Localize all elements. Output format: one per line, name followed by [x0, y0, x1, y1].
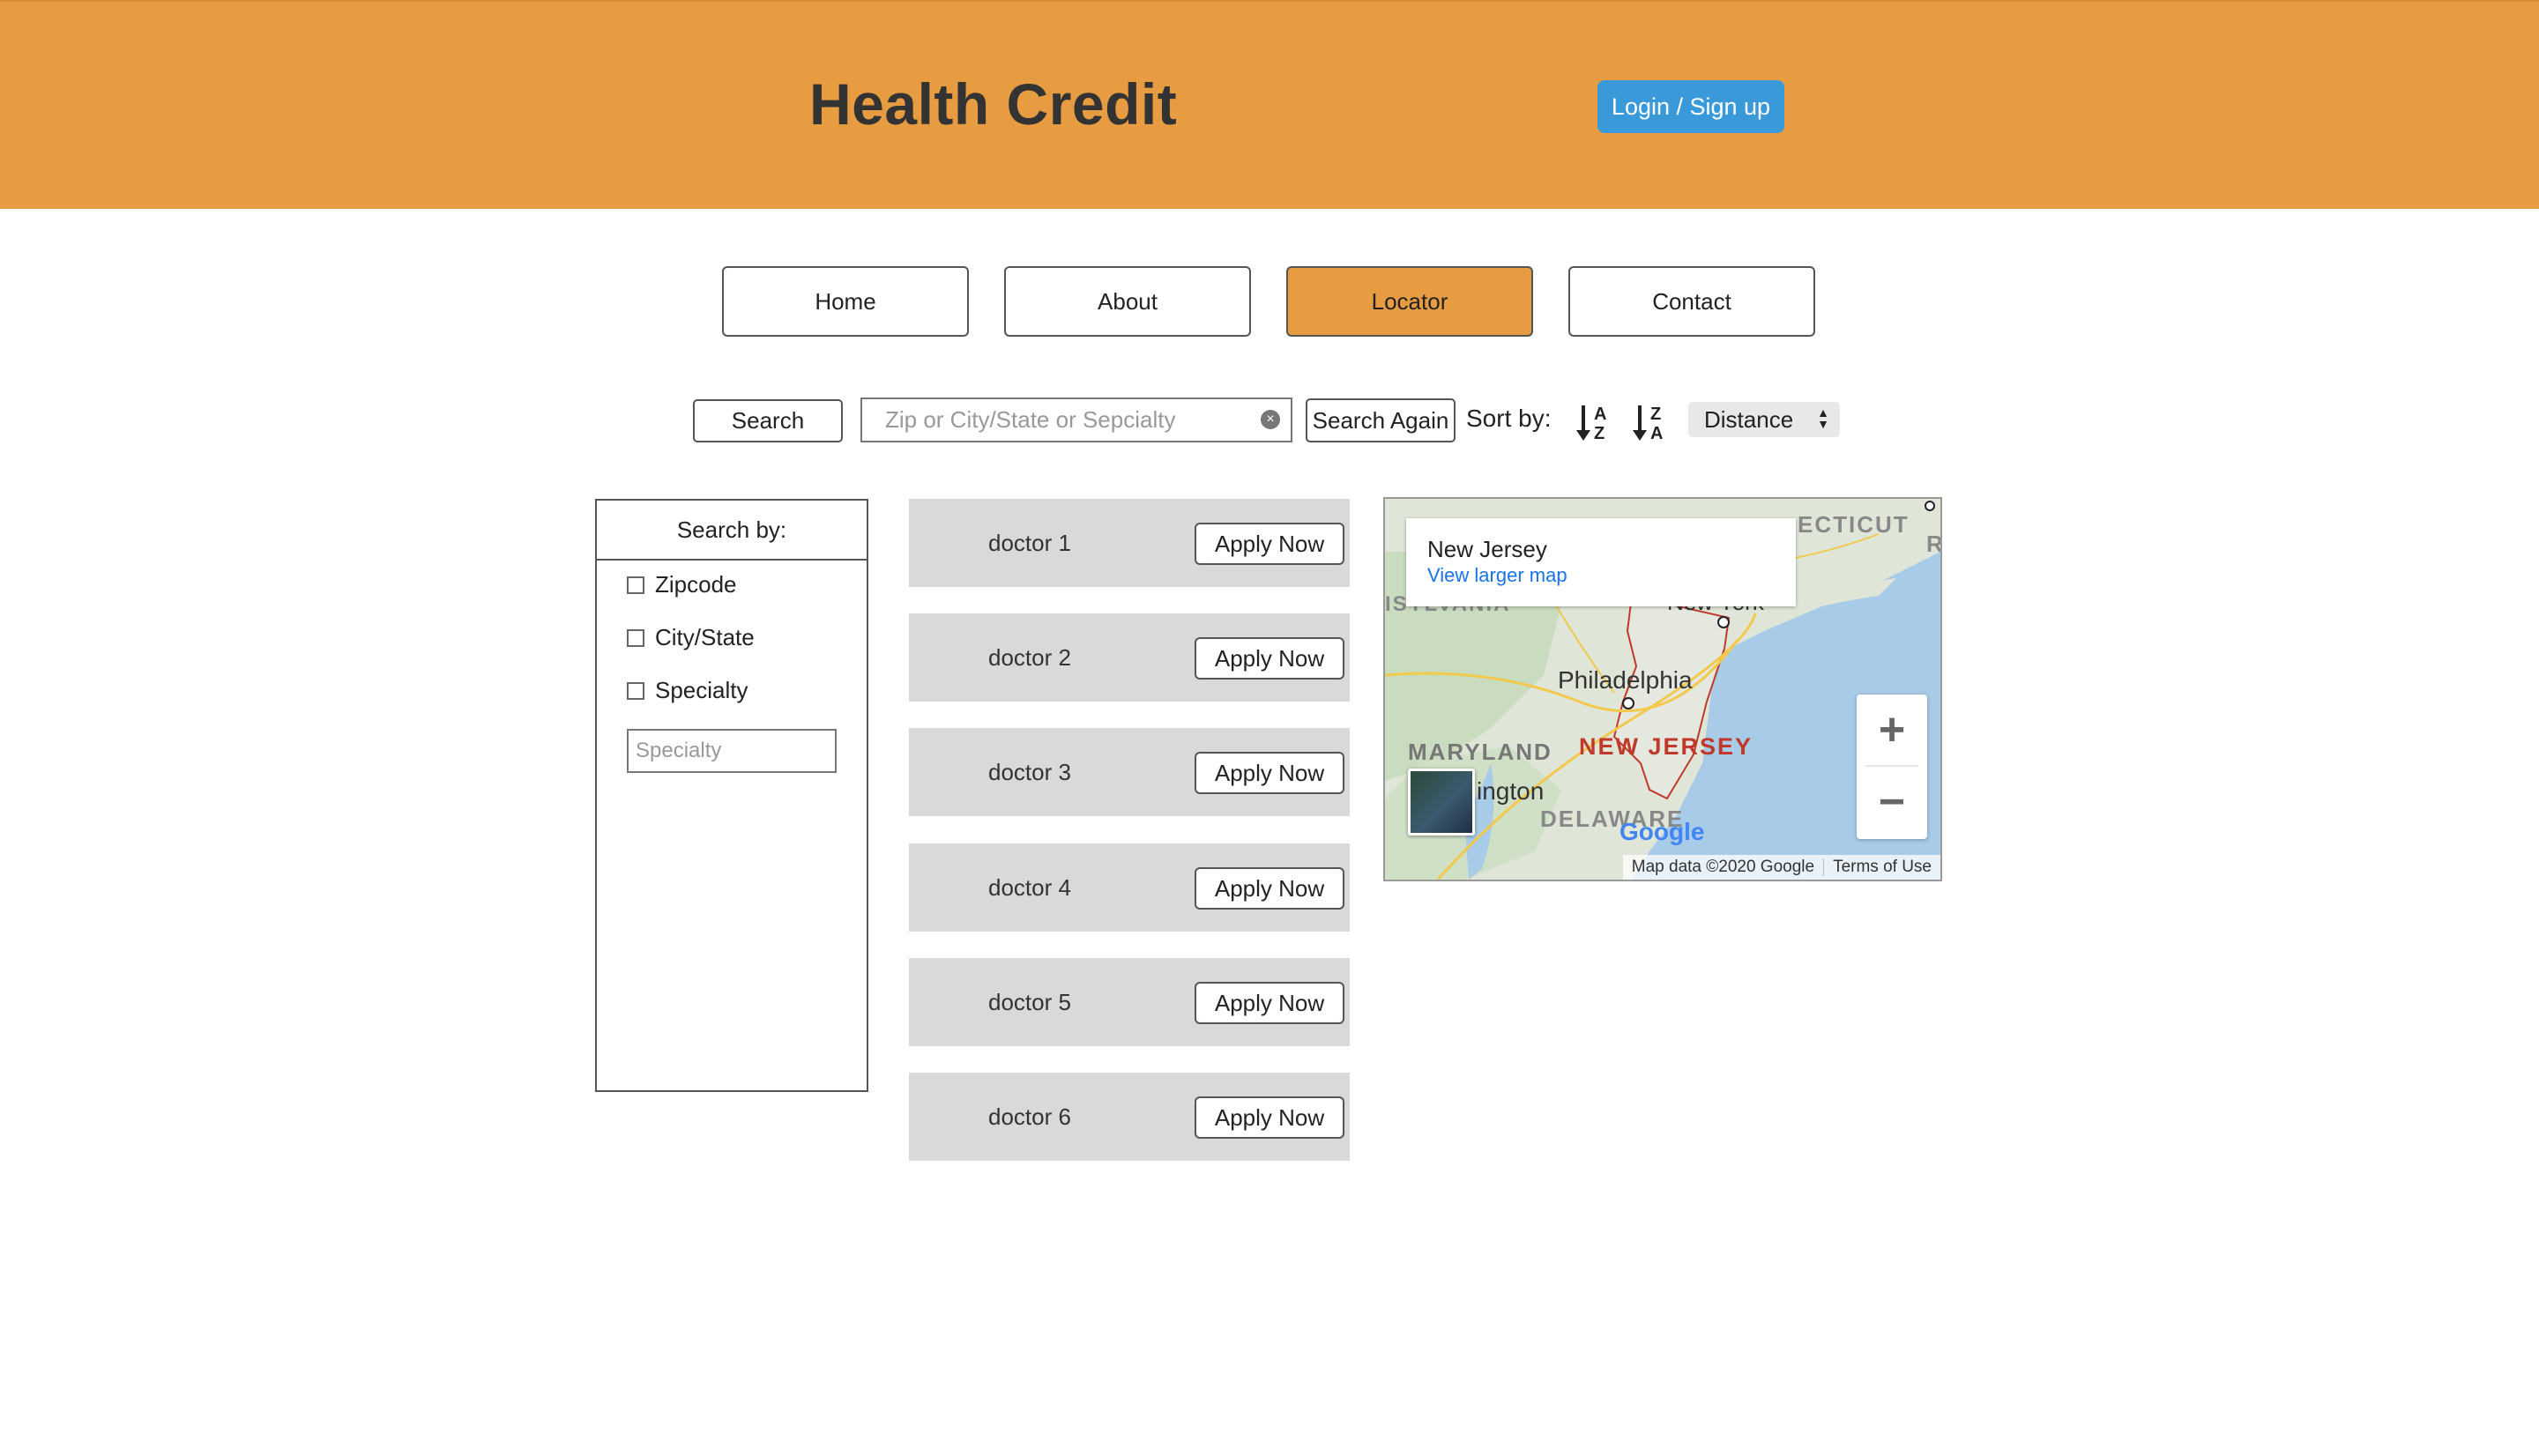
nav-locator-button[interactable]: Locator: [1286, 266, 1533, 337]
search-field: ×: [860, 397, 1292, 442]
doctor-row: doctor 4 Apply Now: [909, 843, 1350, 932]
sort-z-a-icon[interactable]: Z A: [1631, 402, 1673, 442]
city-state-checkbox[interactable]: [627, 628, 644, 647]
filter-option-label: City/State: [655, 624, 755, 650]
sort-select-value: Distance: [1704, 405, 1794, 433]
filter-panel: Search by: Zipcode City/State Specialty …: [595, 499, 868, 1092]
doctor-name: doctor 4: [988, 874, 1071, 901]
terms-of-use-link[interactable]: Terms of Use: [1824, 858, 1940, 877]
svg-text:A: A: [1650, 424, 1663, 442]
filter-option-specialty[interactable]: Specialty: [627, 677, 748, 704]
filter-option-city-state[interactable]: City/State: [627, 624, 755, 651]
map-info-window: New Jersey View larger map: [1406, 518, 1796, 606]
doctor-row: doctor 5 Apply Now: [909, 958, 1350, 1046]
map-attribution: Map data ©2020 Google: [1631, 858, 1815, 876]
map-label-new-jersey: NEW JERSEY: [1579, 733, 1753, 760]
apply-now-button[interactable]: Apply Now: [1195, 867, 1344, 910]
clear-icon[interactable]: ×: [1261, 410, 1280, 429]
map-label-connecticut: ECTICUT: [1798, 511, 1910, 538]
satellite-toggle[interactable]: [1408, 769, 1475, 836]
map-embed[interactable]: ECTICUT R ISYLVANIA New York Philadelphi…: [1383, 497, 1942, 881]
map-label-r: R: [1926, 531, 1940, 558]
search-button[interactable]: Search: [693, 399, 843, 442]
doctor-name: doctor 6: [988, 1103, 1071, 1130]
specialty-checkbox[interactable]: [627, 681, 644, 700]
zipcode-checkbox[interactable]: [627, 576, 644, 594]
apply-now-button[interactable]: Apply Now: [1195, 982, 1344, 1024]
search-input[interactable]: [862, 399, 1250, 441]
zoom-out-button[interactable]: −: [1857, 767, 1927, 837]
sort-label: Sort by:: [1466, 405, 1552, 432]
doctor-row: doctor 1 Apply Now: [909, 499, 1350, 587]
header-bar: Health Credit Login / Sign up: [0, 0, 2539, 209]
doctor-name: doctor 3: [988, 759, 1071, 785]
zoom-control: + −: [1857, 695, 1927, 839]
apply-now-button[interactable]: Apply Now: [1195, 1096, 1344, 1139]
doctor-name: doctor 5: [988, 989, 1071, 1015]
map-label-philadelphia: Philadelphia: [1558, 666, 1693, 694]
brand-title: Health Credit: [809, 71, 1178, 137]
google-logo: Google: [1619, 818, 1705, 845]
login-signup-button[interactable]: Login / Sign up: [1597, 80, 1784, 133]
apply-now-button[interactable]: Apply Now: [1195, 523, 1344, 565]
filter-option-label: Specialty: [655, 677, 748, 703]
map-footer: Map data ©2020 Google Terms of Use: [1622, 855, 1940, 880]
nav-about-button[interactable]: About: [1004, 266, 1251, 337]
filter-title: Search by:: [597, 501, 867, 561]
doctor-row: doctor 2 Apply Now: [909, 613, 1350, 702]
svg-text:Z: Z: [1650, 405, 1661, 424]
zoom-in-button[interactable]: +: [1857, 695, 1927, 765]
svg-text:Z: Z: [1594, 424, 1605, 442]
sort-select[interactable]: Distance ▲ ▼: [1688, 402, 1840, 437]
apply-now-button[interactable]: Apply Now: [1195, 637, 1344, 680]
filter-option-zipcode[interactable]: Zipcode: [627, 571, 737, 598]
map-label-maryland: MARYLAND: [1408, 739, 1552, 765]
search-again-button[interactable]: Search Again: [1306, 398, 1456, 442]
select-arrows-icon: ▲ ▼: [1817, 405, 1829, 431]
doctor-name: doctor 1: [988, 530, 1071, 556]
nav-home-button[interactable]: Home: [722, 266, 969, 337]
view-larger-map-link[interactable]: View larger map: [1427, 564, 1567, 587]
svg-text:A: A: [1594, 405, 1606, 424]
apply-now-button[interactable]: Apply Now: [1195, 752, 1344, 794]
doctor-row: doctor 3 Apply Now: [909, 728, 1350, 816]
map-label-washington: ington: [1477, 777, 1545, 805]
map-info-title: New Jersey: [1427, 536, 1547, 562]
filter-option-label: Zipcode: [655, 571, 737, 598]
doctor-row: doctor 6 Apply Now: [909, 1073, 1350, 1161]
sort-a-z-icon[interactable]: A Z: [1575, 402, 1617, 442]
doctor-name: doctor 2: [988, 644, 1071, 671]
nav-contact-button[interactable]: Contact: [1568, 266, 1815, 337]
specialty-input[interactable]: Specialty: [627, 729, 837, 773]
